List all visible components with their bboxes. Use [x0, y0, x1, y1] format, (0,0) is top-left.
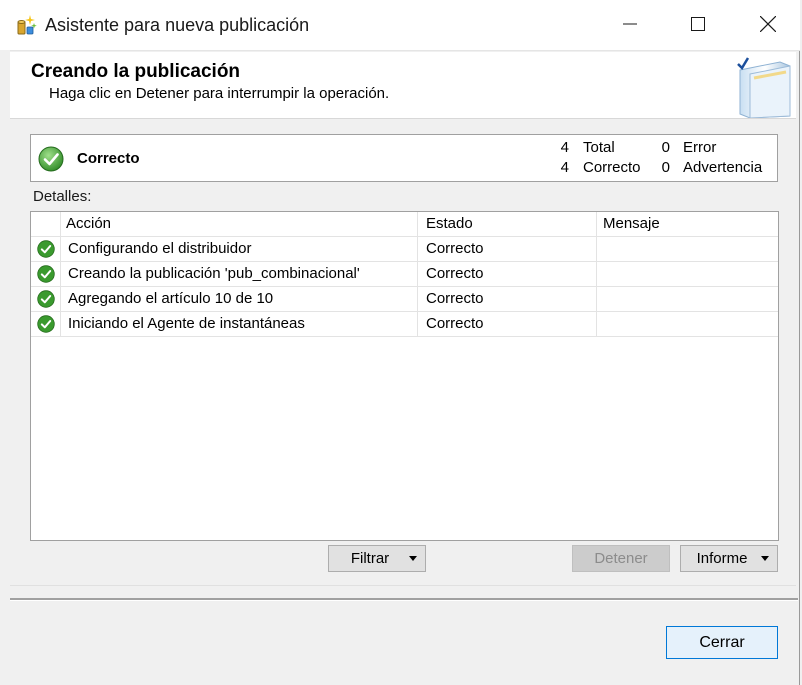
row-icon-cell	[31, 262, 61, 286]
row-status: Correcto	[418, 287, 597, 311]
summary-status: Correcto	[77, 150, 140, 167]
total-count: 4	[560, 139, 569, 156]
row-icon-cell	[31, 312, 61, 336]
filter-button-label: Filtrar	[350, 550, 390, 567]
maximize-button[interactable]	[666, 0, 730, 48]
success-check-icon	[37, 265, 55, 283]
details-label: Detalles:	[33, 188, 92, 205]
header-icon-cell	[31, 212, 61, 236]
window-left-margin	[0, 50, 10, 600]
close-button[interactable]: Cerrar	[666, 626, 778, 659]
minimize-icon	[623, 23, 637, 25]
stop-button-label: Detener	[594, 550, 648, 567]
total-label: Total	[583, 139, 615, 156]
success-label: Correcto	[583, 159, 641, 176]
page-subtitle: Haga clic en Detener para interrumpir la…	[49, 85, 390, 102]
row-status: Correcto	[418, 312, 597, 336]
chevron-down-icon	[409, 556, 417, 561]
column-header-message[interactable]: Mensaje	[597, 212, 778, 236]
page-title: Creando la publicación	[31, 61, 241, 82]
table-row[interactable]: Configurando el distribuidor Correcto	[31, 237, 778, 262]
error-count: 0	[661, 139, 670, 156]
wizard-window: Asistente para nueva publicación Creando…	[0, 0, 800, 685]
row-status: Correcto	[418, 262, 597, 286]
row-icon-cell	[31, 287, 61, 311]
details-grid[interactable]: Acción Estado Mensaje Configurando el di…	[30, 211, 779, 541]
table-row[interactable]: Creando la publicación 'pub_combinaciona…	[31, 262, 778, 287]
close-button-label: Cerrar	[699, 633, 745, 651]
row-message	[597, 287, 778, 311]
success-check-icon	[38, 146, 64, 172]
row-action: Configurando el distribuidor	[61, 237, 418, 261]
column-header-action[interactable]: Acción	[61, 212, 418, 236]
title-bar: Asistente para nueva publicación	[0, 0, 800, 51]
success-check-icon	[37, 290, 55, 308]
row-action: Creando la publicación 'pub_combinaciona…	[61, 262, 418, 286]
warning-count: 0	[661, 159, 670, 176]
close-icon	[760, 16, 776, 32]
success-check-icon	[37, 240, 55, 258]
column-header-status[interactable]: Estado	[418, 212, 597, 236]
wizard-header: Creando la publicación Haga clic en Dete…	[10, 52, 796, 119]
count-column-2: 0 0	[658, 138, 670, 178]
row-message	[597, 237, 778, 261]
row-action: Iniciando el Agente de instantáneas	[61, 312, 418, 336]
grid-header-row: Acción Estado Mensaje	[31, 212, 778, 237]
book-check-icon	[737, 57, 791, 118]
label-column-2: Error Advertencia	[683, 138, 762, 178]
filter-button[interactable]: Filtrar	[328, 545, 426, 572]
maximize-icon	[691, 17, 705, 31]
warning-label: Advertencia	[683, 159, 763, 176]
publication-wizard-icon	[17, 15, 37, 35]
panel-bottom-border	[10, 585, 796, 586]
table-row[interactable]: Iniciando el Agente de instantáneas Corr…	[31, 312, 778, 337]
success-check-icon	[37, 315, 55, 333]
row-status: Correcto	[418, 237, 597, 261]
minimize-button[interactable]	[598, 0, 662, 48]
success-count: 4	[560, 159, 569, 176]
error-label: Error	[683, 139, 717, 156]
label-column-1: Total Correcto	[583, 138, 641, 178]
footer-separator	[10, 598, 798, 601]
row-message	[597, 312, 778, 336]
count-column-1: 4 4	[557, 138, 569, 178]
close-window-button[interactable]	[736, 0, 800, 48]
chevron-down-icon	[761, 556, 769, 561]
window-title: Asistente para nueva publicación	[45, 15, 310, 35]
table-row[interactable]: Agregando el artículo 10 de 10 Correcto	[31, 287, 778, 312]
report-button[interactable]: Informe	[680, 545, 778, 572]
row-action: Agregando el artículo 10 de 10	[61, 287, 418, 311]
summary-panel: Correcto 4 4 Total Correcto 0 0 Error Ad…	[30, 134, 778, 182]
stop-button[interactable]: Detener	[572, 545, 670, 572]
row-icon-cell	[31, 237, 61, 261]
report-button-label: Informe	[696, 550, 748, 567]
row-message	[597, 262, 778, 286]
